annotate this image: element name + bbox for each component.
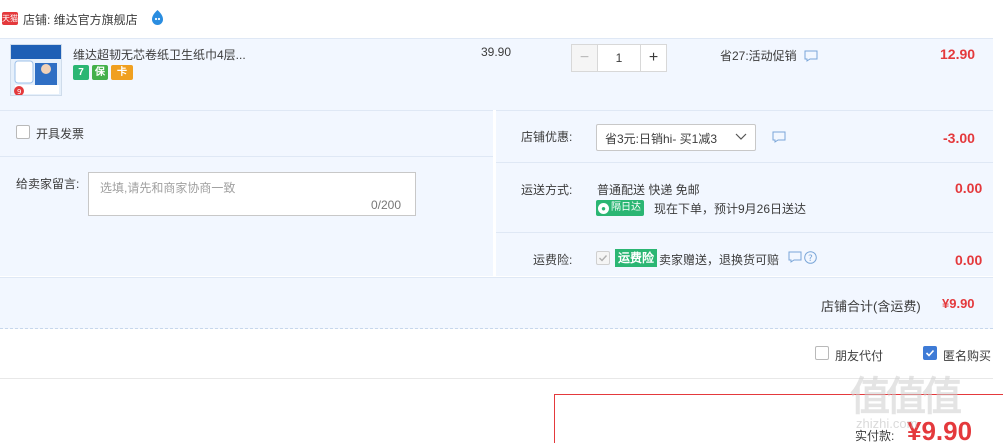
check-icon [925, 349, 935, 357]
svg-text:9: 9 [17, 88, 21, 96]
insurance-label: 运费险: [533, 253, 573, 267]
anonymous-checkbox[interactable] [923, 346, 937, 360]
invoice-label: 开具发票 [36, 127, 85, 141]
product-thumbnail[interactable]: 9 [10, 44, 62, 96]
help-icon[interactable]: ? [804, 251, 817, 264]
item-subtotal: 12.90 [940, 46, 976, 62]
increase-quantity-button[interactable]: + [640, 44, 667, 72]
coupon-label: 店铺优惠: [521, 130, 573, 144]
message-label: 给卖家留言: [16, 177, 80, 191]
coupon-discount: -3.00 [943, 130, 975, 146]
check-icon [599, 255, 608, 262]
promo-info: 省27:活动促销 [720, 47, 818, 64]
divider [0, 378, 993, 379]
shipping-label: 运送方式: [521, 183, 573, 197]
invoice-checkbox[interactable] [16, 125, 30, 139]
insurance-tag: 运费险 [615, 249, 658, 267]
next-day-label: 隔日达 [611, 202, 641, 213]
guarantee-icon: 保 [92, 65, 108, 80]
insurance-icons: ? [788, 251, 817, 264]
coupon-selected-value: 省3元:日销hi- 买1减3 [605, 132, 718, 146]
promo-label: 省27:活动促销 [720, 49, 797, 63]
next-day-badge: ● 隔日达 [596, 200, 644, 216]
shop-name-link[interactable]: 店铺: 维达官方旗舰店 [23, 11, 138, 28]
insurance-checkbox[interactable] [596, 251, 610, 265]
shipping-fee: 0.00 [955, 180, 983, 196]
anonymous-label: 匿名购买 [943, 349, 992, 363]
site-watermark: 值值值 zhizhi.com [850, 364, 1000, 440]
store-total-label: 店铺合计(含运费) [821, 299, 921, 314]
message-char-count: 0/200 [371, 198, 402, 212]
decrease-quantity-button[interactable]: − [571, 44, 598, 72]
wangwang-chat-icon[interactable] [149, 9, 166, 26]
divider [496, 232, 993, 233]
service-icons: 7 保 卡 [73, 65, 133, 80]
insurance-fee: 0.00 [955, 252, 983, 268]
friend-pay-checkbox[interactable] [815, 346, 829, 360]
store-total-value: ¥9.90 [942, 296, 975, 311]
clock-icon: ● [598, 202, 609, 214]
comment-icon[interactable] [788, 251, 802, 263]
shipping-method: 普通配送 快递 免邮 [597, 183, 700, 197]
shipping-eta: 现在下单，预计9月26日送达 [654, 202, 807, 216]
quantity-stepper: − 1 + [571, 44, 667, 72]
seven-day-return-icon: 7 [73, 65, 89, 80]
divider [0, 156, 493, 157]
credit-card-icon: 卡 [111, 65, 133, 80]
divider [496, 162, 993, 163]
watermark-mark: 值值值 [850, 373, 962, 420]
comment-icon[interactable] [772, 131, 786, 143]
quantity-input[interactable]: 1 [598, 44, 640, 72]
svg-text:?: ? [808, 254, 813, 264]
unit-price: 39.90 [481, 45, 512, 59]
comment-icon[interactable] [804, 50, 818, 62]
friend-pay-label: 朋友代付 [835, 349, 884, 363]
product-title-link[interactable]: 维达超韧无芯卷纸卫生纸巾4层... [73, 46, 246, 63]
insurance-desc: 卖家赠送，退换货可赔 [659, 253, 780, 267]
chevron-down-icon [735, 133, 747, 140]
message-placeholder: 选填,请先和商家协商一致 [100, 181, 236, 195]
tmall-badge: 天猫 [2, 12, 18, 25]
